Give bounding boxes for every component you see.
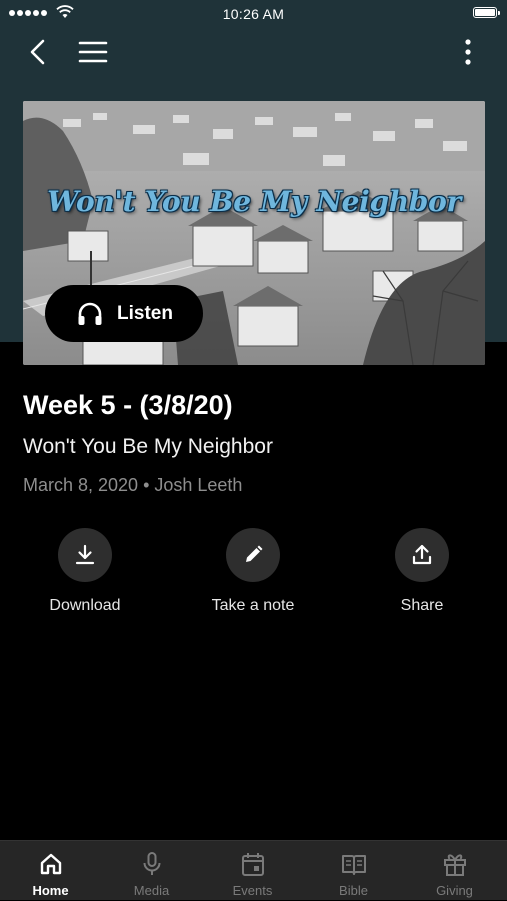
tab-bible-label: Bible [339, 883, 368, 898]
bottom-tab-bar: Home Media Events Bible Giving [0, 840, 507, 900]
headphones-icon [78, 302, 102, 325]
listen-label: Listen [117, 302, 173, 324]
tab-media[interactable]: Media [101, 841, 202, 901]
tab-giving-label: Giving [436, 883, 473, 898]
calendar-icon [241, 853, 264, 876]
download-icon [75, 544, 95, 565]
battery-icon [473, 7, 500, 18]
tab-events[interactable]: Events [202, 841, 303, 901]
back-button[interactable] [24, 36, 54, 68]
listen-button[interactable]: Listen [45, 285, 203, 342]
more-options-button[interactable] [455, 36, 481, 68]
vertical-dots-icon [465, 39, 471, 65]
chevron-left-icon [30, 39, 45, 65]
download-icon-circle [58, 528, 112, 582]
tab-home[interactable]: Home [0, 841, 101, 901]
take-note-button[interactable]: Take a note [178, 528, 328, 615]
hamburger-menu-icon [78, 41, 108, 63]
microphone-icon [143, 852, 160, 875]
menu-button[interactable] [76, 38, 110, 66]
tab-events-label: Events [232, 883, 273, 898]
share-label: Share [400, 597, 444, 614]
status-time: 10:26 AM [222, 6, 285, 22]
tab-bible[interactable]: Bible [303, 841, 404, 901]
home-icon [40, 853, 61, 875]
tab-giving[interactable]: Giving [404, 841, 505, 901]
tab-home-label: Home [32, 883, 69, 898]
download-label: Download [49, 597, 121, 614]
tab-media-label: Media [133, 883, 170, 898]
take-note-label: Take a note [211, 597, 295, 614]
share-button[interactable]: Share [347, 528, 497, 615]
pencil-icon-circle [226, 528, 280, 582]
share-icon [412, 544, 432, 565]
book-icon [341, 855, 366, 875]
status-bar: 10:26 AM [0, 0, 507, 28]
pencil-icon [246, 545, 263, 562]
gift-icon [443, 854, 466, 876]
sermon-title: Week 5 - (3/8/20) [23, 390, 233, 420]
download-button[interactable]: Download [10, 528, 160, 615]
artwork-title: Won't You Be My Neighbor [47, 185, 461, 218]
share-icon-circle [395, 528, 449, 582]
sermon-date-speaker: March 8, 2020 • Josh Leeth [23, 475, 243, 495]
series-title: Won't You Be My Neighbor [23, 435, 273, 458]
